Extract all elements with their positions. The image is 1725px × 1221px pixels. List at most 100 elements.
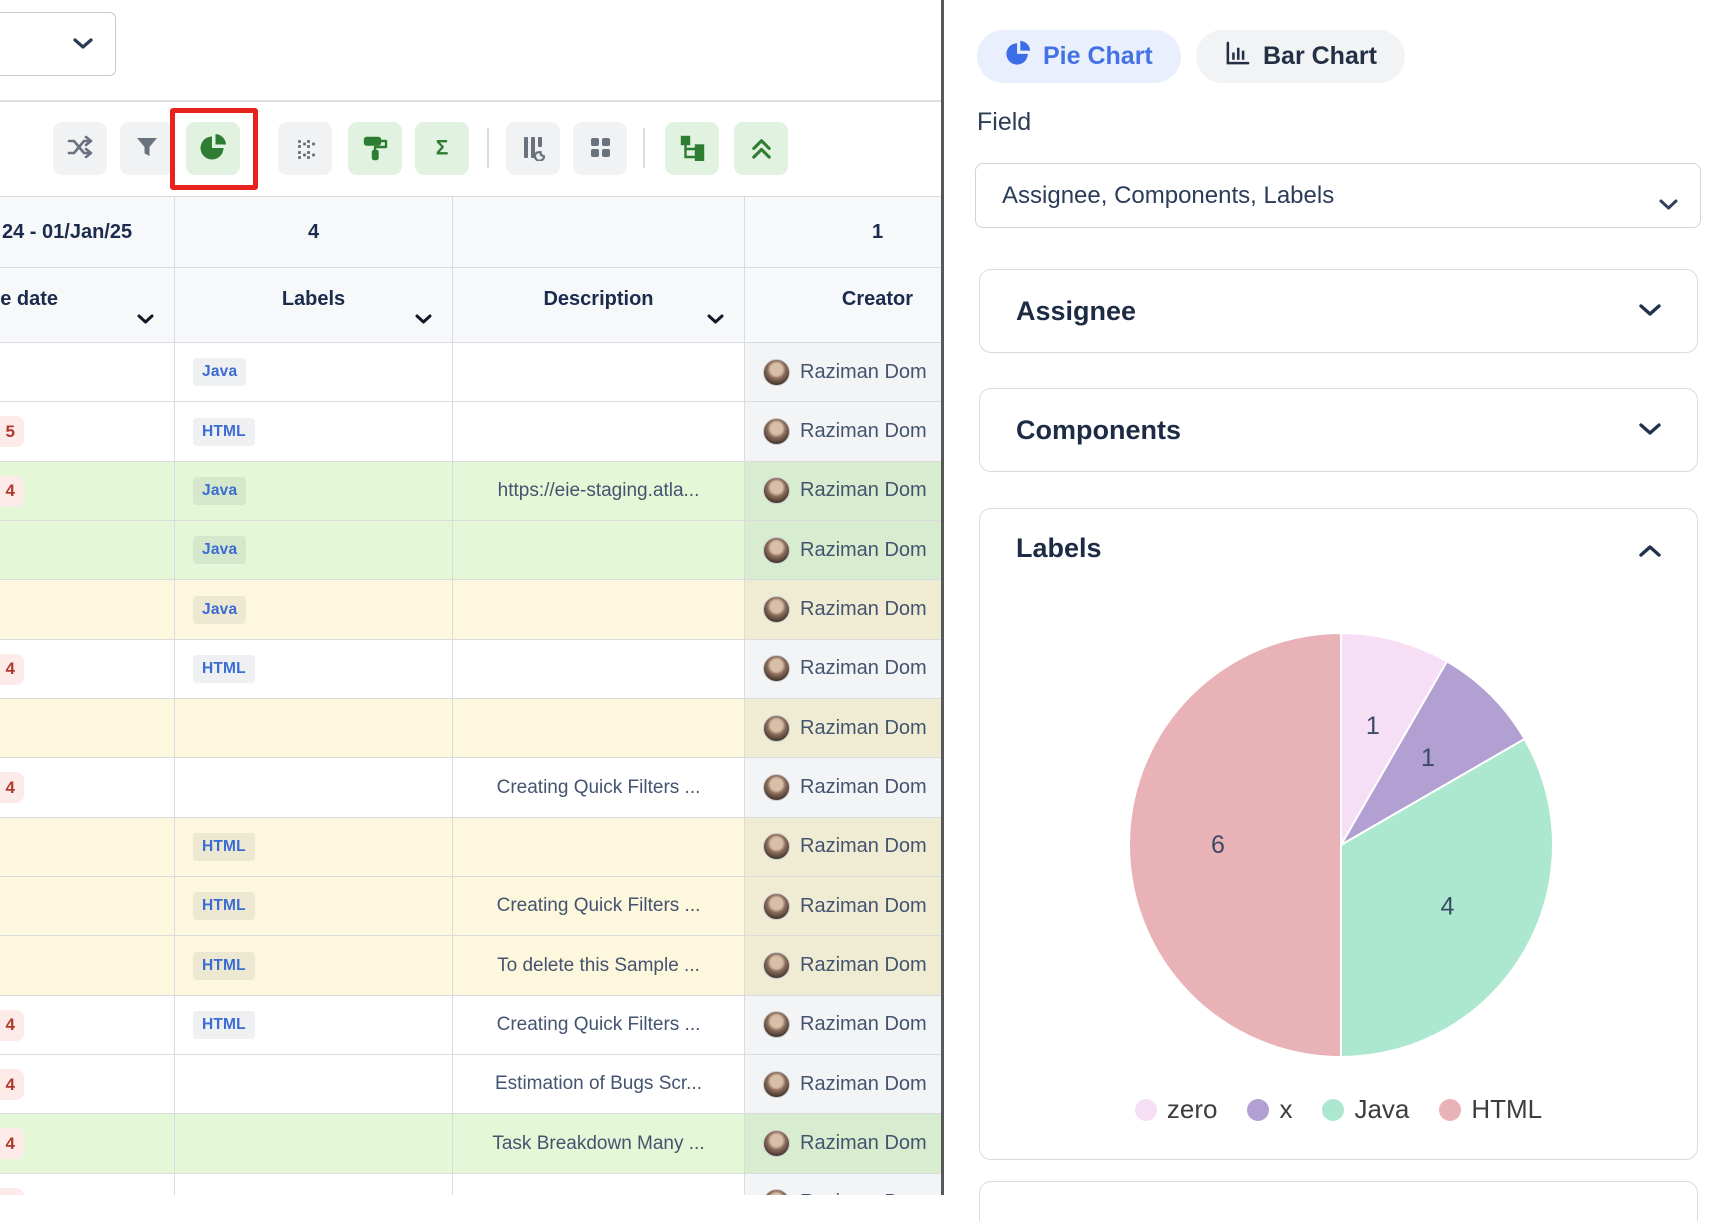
tab-bar-chart[interactable]: Bar Chart: [1196, 30, 1405, 83]
hierarchy-button[interactable]: [665, 122, 719, 175]
cell-creator[interactable]: Raziman Dom: [745, 402, 943, 460]
cell-labels[interactable]: [175, 699, 453, 757]
cell-description[interactable]: [453, 640, 745, 698]
cell-description[interactable]: [453, 521, 745, 579]
cell-labels[interactable]: [175, 758, 453, 816]
cell-labels[interactable]: [175, 1055, 453, 1113]
shuffle-button[interactable]: [53, 122, 107, 175]
format-painter-button[interactable]: [348, 122, 402, 175]
cell-description[interactable]: [453, 818, 745, 876]
section-assignee[interactable]: Assignee: [979, 269, 1698, 353]
label-chip[interactable]: Java: [193, 358, 246, 386]
pie-slice-HTML[interactable]: [1129, 633, 1341, 1057]
cell-creator[interactable]: Raziman Dom: [745, 818, 943, 876]
cell-due-date[interactable]: [0, 818, 175, 876]
filter-button[interactable]: [120, 122, 174, 175]
cell-description[interactable]: To delete this Sample ...: [453, 936, 745, 994]
cell-creator[interactable]: Raziman Dom: [745, 1174, 943, 1195]
cell-description[interactable]: Creating Quick Filters ...: [453, 877, 745, 935]
cell-description[interactable]: [453, 580, 745, 638]
chevron-down-icon[interactable]: [1639, 423, 1661, 442]
cell-due-date[interactable]: [0, 580, 175, 638]
table-row[interactable]: HTML Creating Quick Filters ... Raziman …: [0, 877, 943, 936]
cell-due-date[interactable]: 4: [0, 640, 175, 698]
cell-due-date[interactable]: [0, 699, 175, 757]
collapse-button[interactable]: [734, 122, 788, 175]
tab-pie-chart[interactable]: Pie Chart: [977, 30, 1181, 83]
cell-creator[interactable]: Raziman Dom: [745, 580, 943, 638]
cell-labels[interactable]: Java: [175, 521, 453, 579]
table-row[interactable]: 4 Task Breakdown Many ... Raziman Dom: [0, 1114, 943, 1173]
cell-creator[interactable]: Raziman Dom: [745, 1114, 943, 1172]
cell-due-date[interactable]: 4: [0, 462, 175, 520]
cell-due-date[interactable]: [0, 521, 175, 579]
table-row[interactable]: 4 Java https://eie-staging.atla... Razim…: [0, 462, 943, 521]
label-chip[interactable]: HTML: [193, 655, 255, 683]
cell-description[interactable]: Task Breakdown Many ...: [453, 1114, 745, 1172]
cell-description[interactable]: [453, 1174, 745, 1195]
cell-description[interactable]: https://eie-staging.atla...: [453, 462, 745, 520]
table-row[interactable]: 4 HTML Creating Quick Filters ... Razima…: [0, 996, 943, 1055]
labels-pie-chart[interactable]: 1146: [1123, 627, 1559, 1068]
legend-item-x[interactable]: x: [1247, 1094, 1292, 1125]
cell-due-date[interactable]: 5: [0, 402, 175, 460]
cell-labels[interactable]: HTML: [175, 640, 453, 698]
cell-creator[interactable]: Raziman Dom: [745, 758, 943, 816]
cell-creator[interactable]: Raziman Dom: [745, 640, 943, 698]
sum-button[interactable]: Σ: [415, 122, 469, 175]
table-row[interactable]: Java Raziman Dom: [0, 521, 943, 580]
table-row[interactable]: 4 HTML Raziman Dom: [0, 640, 943, 699]
cell-creator[interactable]: Raziman Dom: [745, 699, 943, 757]
column-header-due-date[interactable]: ue date: [0, 268, 175, 342]
label-chip[interactable]: Java: [193, 536, 246, 564]
cell-labels[interactable]: HTML: [175, 877, 453, 935]
chevron-down-icon[interactable]: [1639, 304, 1661, 323]
legend-item-HTML[interactable]: HTML: [1439, 1094, 1542, 1125]
column-settings-button[interactable]: [506, 122, 560, 175]
panel-resize-handle[interactable]: [941, 0, 944, 1195]
cell-due-date[interactable]: [0, 877, 175, 935]
matrix-button[interactable]: [278, 122, 332, 175]
cell-creator[interactable]: Raziman Dom: [745, 877, 943, 935]
chevron-down-icon[interactable]: [137, 307, 154, 330]
cell-labels[interactable]: HTML: [175, 936, 453, 994]
cell-due-date[interactable]: 4: [0, 1174, 175, 1195]
cell-description[interactable]: Estimation of Bugs Scr...: [453, 1055, 745, 1113]
table-row[interactable]: Java Raziman Dom: [0, 580, 943, 639]
cell-due-date[interactable]: [0, 343, 175, 401]
cell-due-date[interactable]: 4: [0, 996, 175, 1054]
cell-description[interactable]: [453, 402, 745, 460]
label-chip[interactable]: HTML: [193, 892, 255, 920]
cell-due-date[interactable]: 4: [0, 758, 175, 816]
table-row[interactable]: Java Raziman Dom: [0, 343, 943, 402]
table-row[interactable]: Raziman Dom: [0, 699, 943, 758]
cell-creator[interactable]: Raziman Dom: [745, 462, 943, 520]
cell-due-date[interactable]: 4: [0, 1055, 175, 1113]
grid-view-button[interactable]: [573, 122, 627, 175]
cell-labels[interactable]: Java: [175, 462, 453, 520]
cell-description[interactable]: [453, 699, 745, 757]
chevron-down-icon[interactable]: [415, 307, 432, 330]
charts-button[interactable]: [186, 122, 240, 175]
cell-description[interactable]: Creating Quick Filters ...: [453, 996, 745, 1054]
table-row[interactable]: 5 HTML Raziman Dom: [0, 402, 943, 461]
cell-labels[interactable]: HTML: [175, 402, 453, 460]
cell-labels[interactable]: Java: [175, 343, 453, 401]
label-chip[interactable]: HTML: [193, 418, 255, 446]
cell-description[interactable]: [453, 343, 745, 401]
cell-due-date[interactable]: [0, 936, 175, 994]
label-chip[interactable]: HTML: [193, 1011, 255, 1039]
table-row[interactable]: 4 Creating Quick Filters ... Raziman Dom: [0, 758, 943, 817]
cell-due-date[interactable]: 4: [0, 1114, 175, 1172]
chevron-up-icon[interactable]: [1639, 543, 1661, 562]
cell-labels[interactable]: HTML: [175, 996, 453, 1054]
view-selector-dropdown[interactable]: [0, 12, 116, 76]
cell-labels[interactable]: Java: [175, 580, 453, 638]
legend-item-Java[interactable]: Java: [1322, 1094, 1409, 1125]
column-header-labels[interactable]: Labels: [175, 268, 453, 342]
table-row[interactable]: HTML To delete this Sample ... Raziman D…: [0, 936, 943, 995]
column-header-creator[interactable]: Creator: [745, 268, 943, 342]
cell-creator[interactable]: Raziman Dom: [745, 1055, 943, 1113]
section-components[interactable]: Components: [979, 388, 1698, 472]
legend-item-zero[interactable]: zero: [1135, 1094, 1218, 1125]
